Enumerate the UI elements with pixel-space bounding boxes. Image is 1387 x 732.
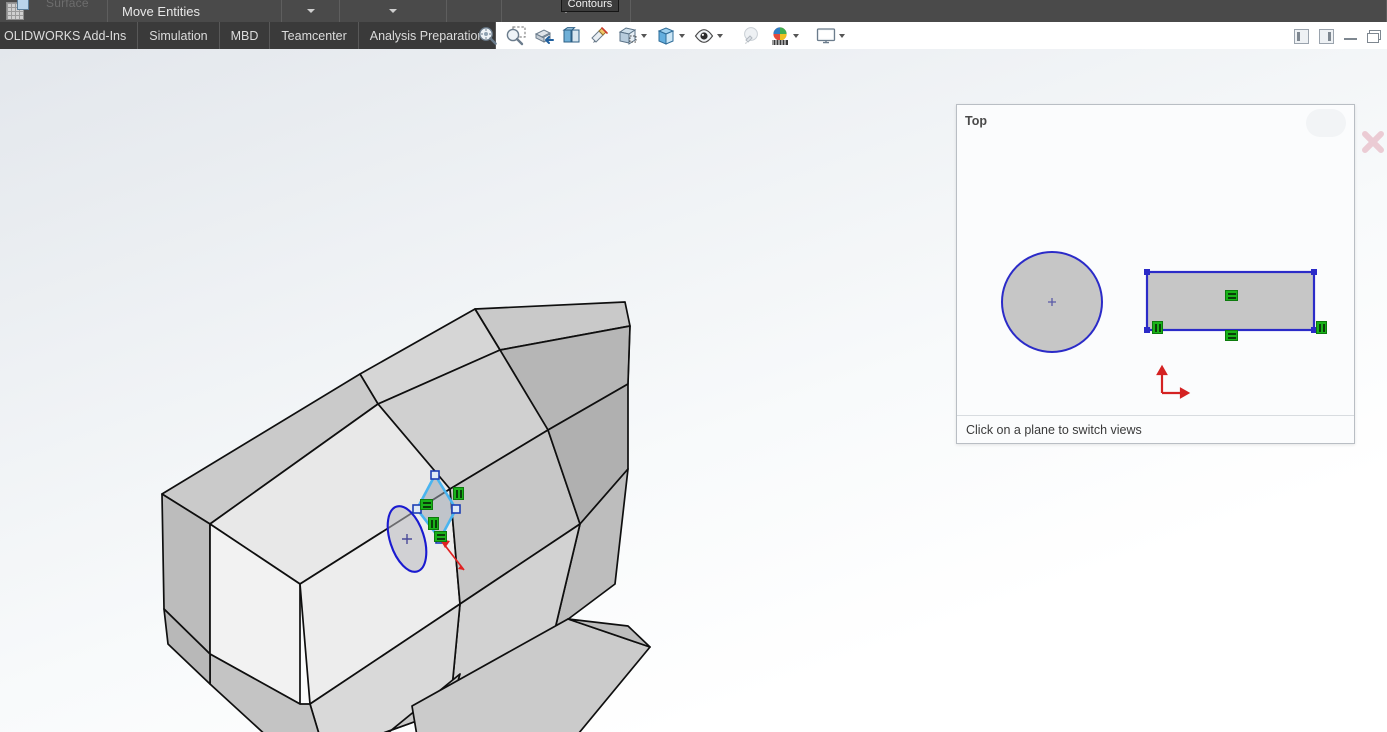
zoom-to-area-icon	[505, 25, 527, 47]
move-entities-command[interactable]: Move Entities	[108, 0, 282, 22]
tooltip-label: Contours	[567, 0, 613, 10]
faceted-solid-model[interactable]	[150, 254, 850, 732]
tab-mbd[interactable]: MBD	[219, 22, 271, 49]
constraint-horizontal-left[interactable]	[420, 499, 433, 510]
command-tooltip: Contours	[561, 0, 619, 12]
view-palette-footer: Click on a plane to switch views	[957, 415, 1354, 443]
command-strip-filler	[631, 0, 1387, 22]
tab-solidworks-addins[interactable]: OLIDWORKS Add-Ins	[0, 22, 139, 49]
apply-scene-icon	[589, 25, 611, 47]
view-settings-icon	[815, 25, 837, 47]
chevron-down-icon	[306, 9, 315, 13]
view-orientation-icon	[561, 25, 583, 47]
view-palette-hint: Click on a plane to switch views	[966, 422, 1142, 437]
sketch-origin-indicator	[1156, 364, 1191, 399]
constraint-vertical-right[interactable]	[453, 487, 464, 500]
edit-appearance-icon	[741, 25, 763, 47]
constraint-vertical-right[interactable]	[1316, 321, 1327, 334]
view-orientation-button[interactable]	[558, 23, 586, 49]
constraint-vertical-left[interactable]	[1152, 321, 1163, 334]
move-entities-dropdown[interactable]	[282, 0, 340, 22]
move-entities-drag-arrow	[439, 538, 465, 571]
command-manager-strip: Surface Move Entities Contours	[0, 0, 1387, 22]
tab-label: Teamcenter	[281, 28, 347, 43]
view-toolbar	[474, 23, 850, 49]
sketch-endpoint	[451, 504, 461, 514]
view-palette-sketch[interactable]	[957, 131, 1355, 419]
tab-simulation[interactable]: Simulation	[138, 22, 220, 49]
collapse-left-panel-button[interactable]	[1294, 28, 1309, 44]
tab-teamcenter[interactable]: Teamcenter	[270, 22, 359, 49]
sketch-endpoint	[430, 470, 440, 480]
palette-rect-corner	[1144, 327, 1150, 333]
constraint-horizontal-bottom[interactable]	[1225, 330, 1238, 341]
hide-show-items-icon	[693, 25, 715, 47]
zoom-to-fit-button[interactable]	[474, 23, 502, 49]
move-entities-label: Move Entities	[122, 3, 201, 19]
tab-label: OLIDWORKS Add-Ins	[4, 28, 127, 43]
chevron-down-icon[interactable]	[717, 34, 723, 38]
zoom-to-area-button[interactable]	[502, 23, 530, 49]
cancel-icon[interactable]	[1360, 129, 1386, 155]
view-palette-title: Top	[965, 114, 987, 128]
window-controls	[1294, 24, 1381, 48]
chevron-down-icon[interactable]	[679, 34, 685, 38]
apply-scene-ball-icon	[769, 25, 791, 47]
zoom-to-fit-icon	[477, 25, 499, 47]
apply-scene-button[interactable]	[586, 23, 614, 49]
palette-rect-corner	[1144, 269, 1150, 275]
graphics-area[interactable]: Top Click on a plane to switch views	[0, 49, 1387, 732]
hide-show-items-button[interactable]	[690, 23, 728, 49]
chevron-down-icon[interactable]	[839, 34, 845, 38]
section-view-button[interactable]	[530, 23, 558, 49]
tab-label: MBD	[230, 28, 259, 43]
restore-button[interactable]	[1367, 29, 1381, 43]
constraint-vertical-center[interactable]	[428, 517, 439, 530]
display-style-box-button[interactable]	[614, 23, 652, 49]
solidworks-window: Surface Move Entities Contours OLIDWORKS…	[0, 0, 1387, 732]
view-palette-panel[interactable]: Top Click on a plane to switch views	[956, 104, 1355, 444]
minimize-button[interactable]	[1344, 30, 1357, 42]
edit-appearance-button[interactable]	[738, 23, 766, 49]
move-entities-icon	[6, 0, 29, 20]
display-style-cube-button[interactable]	[652, 23, 690, 49]
apply-scene-ball-button[interactable]	[766, 23, 804, 49]
chevron-down-icon[interactable]	[793, 34, 799, 38]
command-group-label: Surface	[46, 0, 89, 10]
section-view-icon	[533, 25, 555, 47]
palette-sketch-rectangle	[1145, 270, 1316, 332]
command-group-surface[interactable]: Surface	[0, 0, 108, 22]
chevron-down-icon	[389, 9, 397, 13]
constraint-horizontal-top[interactable]	[1225, 290, 1238, 301]
palette-rect-corner	[1311, 269, 1317, 275]
view-settings-button[interactable]	[812, 23, 850, 49]
tab-label: Analysis Preparation	[369, 28, 485, 43]
tab-label: Simulation	[149, 28, 208, 43]
collapse-right-panel-button[interactable]	[1319, 28, 1334, 44]
display-style-box-icon	[617, 25, 639, 47]
tertiary-cell[interactable]	[447, 0, 502, 22]
chevron-down-icon[interactable]	[641, 34, 647, 38]
display-style-cube-icon	[655, 25, 677, 47]
secondary-dropdown[interactable]	[340, 0, 447, 22]
constraint-horizontal-bottom[interactable]	[434, 531, 447, 542]
view-palette-canvas[interactable]	[957, 131, 1355, 419]
